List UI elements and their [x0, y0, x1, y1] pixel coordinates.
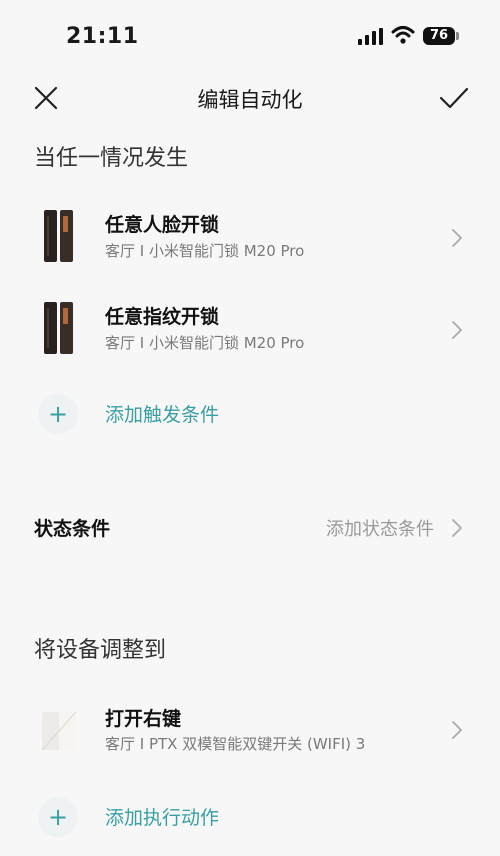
state-condition-label: 状态条件	[34, 518, 111, 540]
checkmark-icon[interactable]	[438, 84, 470, 112]
action-item-subtitle: 客厅 I PTX 双模智能双键开关 (WIFI) 3	[105, 735, 366, 753]
status-time: 21:11	[66, 24, 139, 49]
trigger-item-subtitle: 客厅 I 小米智能门锁 M20 Pro	[105, 334, 305, 352]
trigger-section-title: 当任一情况发生	[34, 146, 189, 171]
state-condition-row[interactable]: 状态条件 添加状态条件	[0, 510, 500, 546]
add-action-button[interactable]: + 添加执行动作	[0, 795, 500, 839]
chevron-right-icon	[452, 229, 462, 247]
wall-switch-device-icon	[42, 712, 76, 750]
plus-icon: +	[47, 400, 69, 428]
door-lock-device-icon	[44, 210, 73, 262]
add-state-condition-button[interactable]: 添加状态条件	[326, 515, 434, 541]
trigger-item-fingerprint-unlock[interactable]: 任意指纹开锁 客厅 I 小米智能门锁 M20 Pro	[0, 302, 500, 382]
cellular-signal-icon	[358, 28, 383, 45]
add-trigger-button[interactable]: + 添加触发条件	[0, 392, 500, 436]
trigger-item-subtitle: 客厅 I 小米智能门锁 M20 Pro	[105, 242, 305, 260]
trigger-item-title: 任意指纹开锁	[105, 306, 220, 328]
chevron-right-icon	[452, 519, 462, 537]
battery-tip	[456, 32, 459, 40]
add-trigger-label: 添加触发条件	[105, 404, 220, 426]
navigation-bar: 编辑自动化	[0, 72, 500, 122]
chevron-right-icon	[452, 321, 462, 339]
plus-icon: +	[47, 803, 69, 831]
add-action-label: 添加执行动作	[105, 807, 220, 829]
action-item-open-right-key[interactable]: 打开右键 客厅 I PTX 双模智能双键开关 (WIFI) 3	[0, 702, 500, 782]
action-item-title: 打开右键	[105, 708, 182, 730]
page-title: 编辑自动化	[197, 88, 303, 112]
status-bar: 21:11 76	[0, 0, 500, 70]
chevron-right-icon	[452, 721, 462, 739]
trigger-item-title: 任意人脸开锁	[105, 214, 220, 236]
action-section-title: 将设备调整到	[34, 638, 167, 663]
trigger-item-face-unlock[interactable]: 任意人脸开锁 客厅 I 小米智能门锁 M20 Pro	[0, 210, 500, 290]
wifi-icon	[391, 26, 415, 44]
door-lock-device-icon	[44, 302, 73, 354]
battery-indicator: 76	[423, 27, 455, 45]
